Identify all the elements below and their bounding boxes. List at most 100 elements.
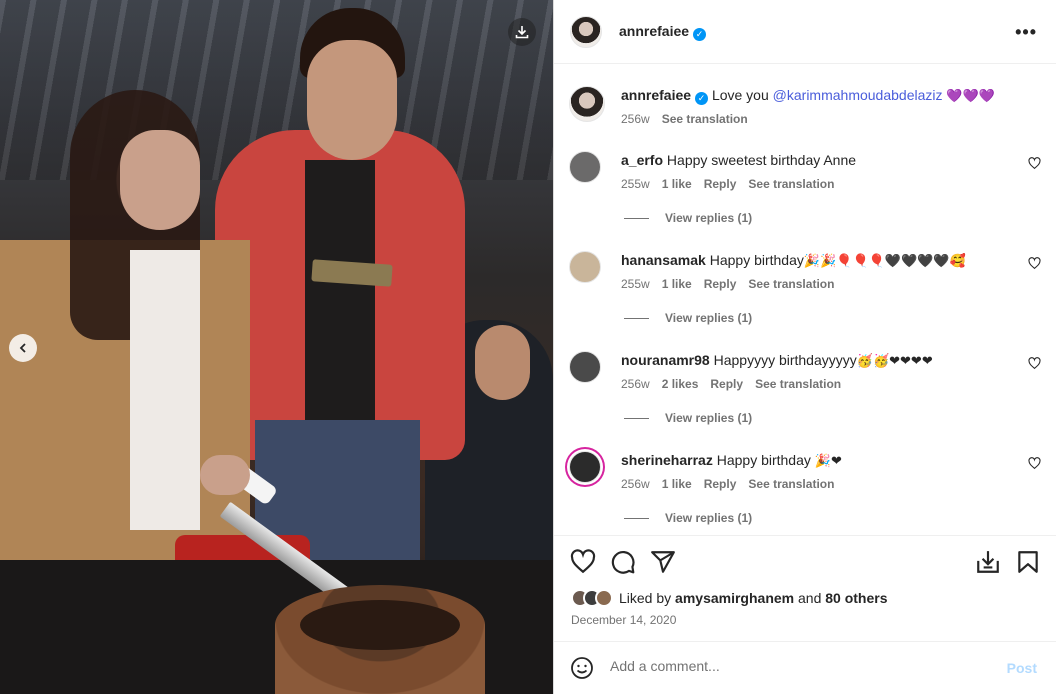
comment-time[interactable]: 255w — [621, 177, 650, 191]
verified-icon: ✓ — [693, 28, 707, 41]
caption-meta: 256w See translation — [621, 112, 760, 126]
replies-line — [624, 217, 649, 219]
comments-list[interactable]: annrefaiee ✓ Love you @karimmahmoudabdela… — [554, 64, 1056, 534]
comment-translate[interactable]: See translation — [748, 177, 834, 191]
comment-emoji: 🎉❤ — [814, 454, 842, 469]
comment-avatar[interactable] — [569, 351, 601, 383]
comment-text: hanansamak Happy birthday🎉🎉🎈🎈🎈🖤🖤🖤🖤🥰 — [621, 251, 1021, 271]
view-replies-button[interactable]: View replies (1) — [624, 311, 752, 325]
comment-text: a_erfo Happy sweetest birthday Anne — [621, 151, 1021, 169]
comment-meta: 256w 2 likes Reply See translation — [621, 377, 853, 391]
download-button[interactable] — [508, 18, 536, 46]
photo-hand — [200, 455, 250, 495]
comment-composer: Post — [554, 641, 1056, 694]
author-name-row: annrefaiee ✓ — [619, 23, 707, 41]
post-date[interactable]: December 14, 2020 — [571, 613, 676, 627]
photo-woman-face — [120, 130, 200, 230]
liker-avatar — [595, 589, 613, 607]
reply-button[interactable]: Reply — [710, 377, 743, 391]
comment-text: sherineharraz Happy birthday 🎉❤ — [621, 451, 1021, 471]
verified-icon: ✓ — [695, 92, 709, 105]
photo-cake-top — [300, 600, 460, 650]
photo-person-face — [307, 40, 397, 160]
post-side-panel: annrefaiee ✓ ••• annrefaiee ✓ Love you @ka… — [553, 0, 1056, 694]
replies-line — [624, 317, 649, 319]
comment-avatar[interactable] — [569, 451, 601, 483]
comment-meta: 256w 1 like Reply See translation — [621, 477, 846, 491]
caption-mention[interactable]: @karimmahmoudabdelaziz — [773, 87, 943, 103]
reply-button[interactable]: Reply — [704, 477, 737, 491]
replies-line — [624, 417, 649, 419]
comment-username[interactable]: sherineharraz — [621, 452, 713, 468]
liked-by-and: and — [794, 590, 826, 606]
comment-body: Happy birthday — [716, 452, 811, 468]
reply-button[interactable]: Reply — [704, 277, 737, 291]
comment-emoji: 🥳🥳❤❤❤❤ — [856, 354, 933, 369]
comment-text: nouranamr98 Happyyyy birthdayyyyy🥳🥳❤❤❤❤ — [621, 351, 1021, 371]
reply-button[interactable]: Reply — [704, 177, 737, 191]
comment-likes[interactable]: 2 likes — [662, 377, 699, 391]
comment-body: Happy sweetest birthday Anne — [666, 152, 857, 168]
caption-emoji: 💜💜💜 — [946, 89, 995, 104]
caption-body: Love you — [711, 87, 773, 103]
view-replies-label: View replies (1) — [665, 511, 753, 525]
comment-emoji: 🎉🎉🎈🎈🎈🖤🖤🖤🖤🥰 — [803, 254, 966, 269]
post-header: annrefaiee ✓ ••• — [554, 0, 1056, 64]
previous-photo-button[interactable] — [9, 334, 37, 362]
download-icon — [515, 26, 529, 39]
comment-body: Happyyyy birthdayyyyy — [713, 352, 857, 368]
emoji-icon[interactable] — [570, 656, 594, 680]
view-replies-button[interactable]: View replies (1) — [624, 411, 752, 425]
comment-likes[interactable]: 1 like — [662, 177, 692, 191]
photo-person-seated-face — [475, 325, 530, 400]
view-replies-button[interactable]: View replies (1) — [624, 211, 752, 225]
author-username[interactable]: annrefaiee — [619, 23, 689, 39]
comment-translate[interactable]: See translation — [748, 277, 834, 291]
comment-heart-icon[interactable] — [1028, 457, 1041, 470]
liked-by-prefix: Liked by — [619, 590, 676, 606]
caption-avatar[interactable] — [569, 86, 605, 122]
comment-avatar[interactable] — [569, 251, 601, 283]
save-icon[interactable] — [975, 549, 1001, 575]
comment-meta: 255w 1 like Reply See translation — [621, 177, 846, 191]
comment-icon[interactable] — [610, 549, 636, 575]
author-avatar[interactable] — [570, 16, 602, 48]
comment-heart-icon[interactable] — [1028, 157, 1041, 170]
comment-avatar[interactable] — [569, 151, 601, 183]
view-replies-label: View replies (1) — [665, 211, 753, 225]
caption-text: annrefaiee ✓ Love you @karimmahmoudabdela… — [621, 86, 1021, 106]
comment-heart-icon[interactable] — [1028, 357, 1041, 370]
photo-woman-shirt — [130, 250, 200, 530]
caption-translate[interactable]: See translation — [662, 112, 748, 126]
more-icon[interactable]: ••• — [1015, 22, 1037, 43]
comment-meta: 255w 1 like Reply See translation — [621, 277, 846, 291]
post-photo[interactable] — [0, 0, 553, 694]
bookmark-icon[interactable] — [1015, 549, 1041, 575]
comment-heart-icon[interactable] — [1028, 257, 1041, 270]
liked-by-user[interactable]: amysamirghanem — [675, 590, 794, 606]
comment-input[interactable] — [610, 658, 990, 674]
comment-body: Happy birthday — [709, 252, 804, 268]
comment-likes[interactable]: 1 like — [662, 277, 692, 291]
comment-time[interactable]: 256w — [621, 477, 650, 491]
heart-icon[interactable] — [570, 549, 596, 575]
share-icon[interactable] — [650, 549, 676, 575]
view-replies-label: View replies (1) — [665, 411, 753, 425]
comment-username[interactable]: hanansamak — [621, 252, 706, 268]
replies-line — [624, 517, 649, 519]
post-button[interactable]: Post — [1007, 660, 1037, 676]
comment-time[interactable]: 256w — [621, 377, 650, 391]
view-replies-label: View replies (1) — [665, 311, 753, 325]
liked-by-others[interactable]: 80 others — [825, 590, 887, 606]
view-replies-button[interactable]: View replies (1) — [624, 511, 752, 525]
comment-time[interactable]: 255w — [621, 277, 650, 291]
comment-likes[interactable]: 1 like — [662, 477, 692, 491]
chevron-left-icon — [19, 343, 26, 353]
caption-username[interactable]: annrefaiee — [621, 87, 691, 103]
caption-time[interactable]: 256w — [621, 112, 650, 126]
comment-translate[interactable]: See translation — [748, 477, 834, 491]
comment-username[interactable]: nouranamr98 — [621, 352, 710, 368]
comment-translate[interactable]: See translation — [755, 377, 841, 391]
comment-username[interactable]: a_erfo — [621, 152, 663, 168]
post-actions — [554, 535, 1056, 585]
